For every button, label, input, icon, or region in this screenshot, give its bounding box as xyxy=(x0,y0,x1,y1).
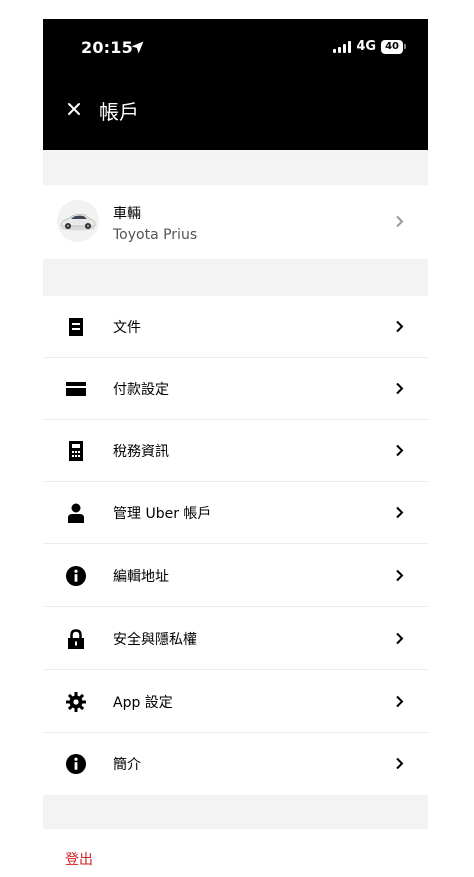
chevron-right-icon xyxy=(396,757,404,770)
menu-item-label: 付款設定 xyxy=(113,382,169,398)
chevron-right-icon xyxy=(396,506,404,519)
menu-item-label: 安全與隱私權 xyxy=(113,632,197,648)
status-indicators: 4G 40 xyxy=(333,39,406,54)
lock-icon xyxy=(68,629,84,649)
car-avatar xyxy=(57,200,99,242)
chevron-right-icon xyxy=(396,632,404,645)
document-icon xyxy=(69,318,83,336)
menu-item-label: App 設定 xyxy=(113,695,173,711)
menu-item-tax-info[interactable]: 稅務資訊 xyxy=(43,420,428,482)
gear-icon xyxy=(66,692,86,712)
logout-button[interactable]: 登出 xyxy=(65,849,93,869)
menu-item-label: 管理 Uber 帳戶 xyxy=(113,506,212,522)
signal-icon xyxy=(333,40,352,53)
menu-item-manage-account[interactable]: 管理 Uber 帳戶 xyxy=(43,482,428,544)
section-gap xyxy=(43,150,428,185)
info-icon xyxy=(66,566,86,586)
menu-item-app-settings[interactable]: App 設定 xyxy=(43,671,428,733)
credit-card-icon xyxy=(66,382,86,396)
close-icon[interactable] xyxy=(67,102,81,116)
menu-item-about[interactable]: 簡介 xyxy=(43,733,428,795)
battery-icon: 40 xyxy=(381,39,406,54)
chevron-right-icon xyxy=(396,382,404,395)
menu-item-payment[interactable]: 付款設定 xyxy=(43,358,428,420)
menu-item-security-privacy[interactable]: 安全與隱私權 xyxy=(43,608,428,670)
info-icon xyxy=(66,754,86,774)
car-icon xyxy=(60,213,96,231)
page-title: 帳戶 xyxy=(99,100,139,124)
chevron-right-icon xyxy=(396,215,404,228)
status-time: 20:15 xyxy=(81,38,133,57)
menu-item-label: 簡介 xyxy=(113,757,141,773)
location-arrow-icon xyxy=(131,41,144,54)
battery-level: 40 xyxy=(381,39,403,54)
menu-item-label: 編輯地址 xyxy=(113,569,169,585)
calculator-icon xyxy=(69,441,83,461)
network-type: 4G xyxy=(356,39,377,54)
menu-item-label: 稅務資訊 xyxy=(113,444,169,460)
header: 20:15 4G 40 帳戶 xyxy=(43,19,428,150)
menu-item-edit-address[interactable]: 編輯地址 xyxy=(43,545,428,607)
chevron-right-icon xyxy=(396,695,404,708)
account-screen: 20:15 4G 40 帳戶 車輛 Toyota Prius 文件 付款設定 稅… xyxy=(43,19,428,877)
menu-item-documents[interactable]: 文件 xyxy=(43,296,428,358)
person-icon xyxy=(68,503,84,523)
chevron-right-icon xyxy=(396,569,404,582)
menu-item-label: 文件 xyxy=(113,320,141,336)
chevron-right-icon xyxy=(396,320,404,333)
chevron-right-icon xyxy=(396,444,404,457)
vehicle-row[interactable]: 車輛 Toyota Prius xyxy=(43,185,428,259)
section-gap xyxy=(43,795,428,829)
section-gap xyxy=(43,259,428,296)
vehicle-model: Toyota Prius xyxy=(113,227,198,243)
vehicle-title: 車輛 xyxy=(113,206,141,222)
